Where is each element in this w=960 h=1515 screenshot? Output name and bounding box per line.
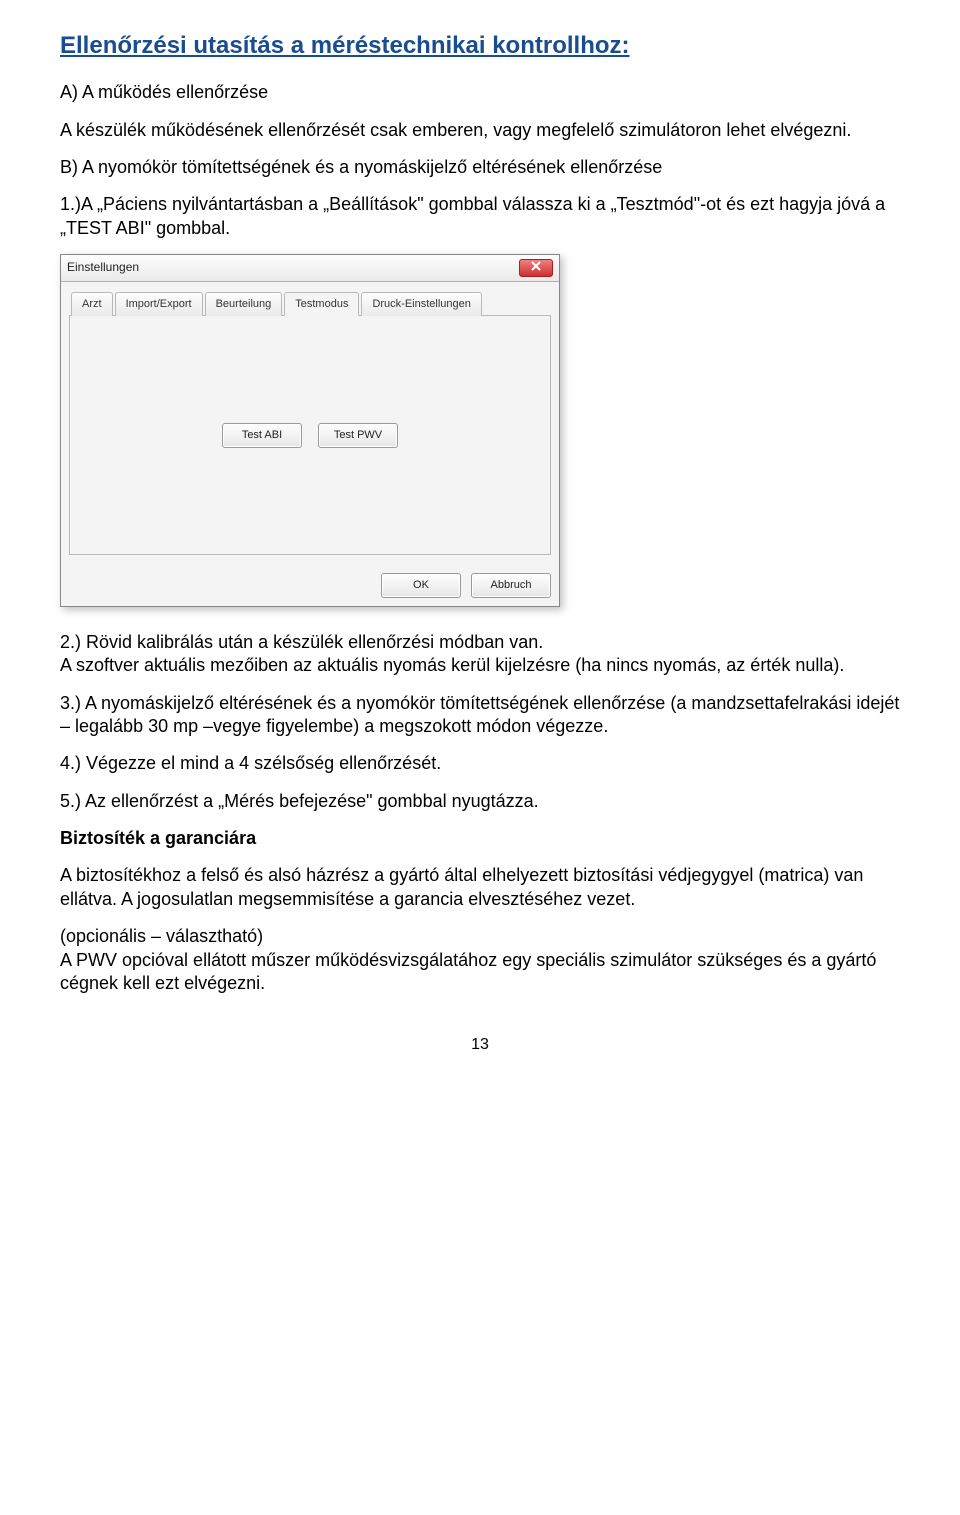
tab-import-export[interactable]: Import/Export (115, 292, 203, 316)
page-heading: Ellenőrzési utasítás a méréstechnikai ko… (60, 30, 900, 61)
section-a-text: A készülék működésének ellenőrzését csak… (60, 119, 900, 142)
optional-label: (opcionális – választható) (60, 925, 900, 948)
tab-panel-testmodus: Test ABI Test PWV (69, 315, 551, 555)
tab-testmodus[interactable]: Testmodus (284, 292, 359, 316)
tab-arzt[interactable]: Arzt (71, 292, 113, 316)
optional-text: A PWV opcióval ellátott műszer működésvi… (60, 949, 900, 996)
warranty-text: A biztosítékhoz a felső és alsó házrész … (60, 864, 900, 911)
dialog-title: Einstellungen (67, 260, 139, 276)
step-5-text: 5.) Az ellenőrzést a „Mérés befejezése" … (60, 790, 900, 813)
tab-beurteilung[interactable]: Beurteilung (205, 292, 283, 316)
close-button[interactable] (519, 259, 553, 277)
step-4-text: 4.) Végezze el mind a 4 szélsőség ellenő… (60, 752, 900, 775)
ok-button[interactable]: OK (381, 573, 461, 597)
step-2b-text: A szoftver aktuális mezőiben az aktuális… (60, 654, 900, 677)
step-3-text: 3.) A nyomáskijelző eltérésének és a nyo… (60, 692, 900, 739)
section-b-title: B) A nyomókör tömítettségének és a nyomá… (60, 156, 900, 179)
dialog-footer: OK Abbruch (61, 563, 559, 605)
page-number: 13 (60, 1035, 900, 1056)
tab-strip: Arzt Import/Export Beurteilung Testmodus… (69, 292, 551, 316)
section-a-title: A) A működés ellenőrzése (60, 81, 900, 104)
step-1-text: 1.)A „Páciens nyilvántartásban a „Beállí… (60, 193, 900, 240)
dialog-titlebar: Einstellungen (61, 255, 559, 282)
tab-druck-einstellungen[interactable]: Druck-Einstellungen (361, 292, 481, 316)
warranty-heading: Biztosíték a garanciára (60, 827, 900, 850)
test-pwv-button[interactable]: Test PWV (318, 423, 398, 447)
step-2a-text: 2.) Rövid kalibrálás után a készülék ell… (60, 631, 900, 654)
close-icon (531, 260, 541, 276)
cancel-button[interactable]: Abbruch (471, 573, 551, 597)
test-abi-button[interactable]: Test ABI (222, 423, 302, 447)
settings-dialog: Einstellungen Arzt Import/Export Beurtei… (60, 254, 560, 607)
